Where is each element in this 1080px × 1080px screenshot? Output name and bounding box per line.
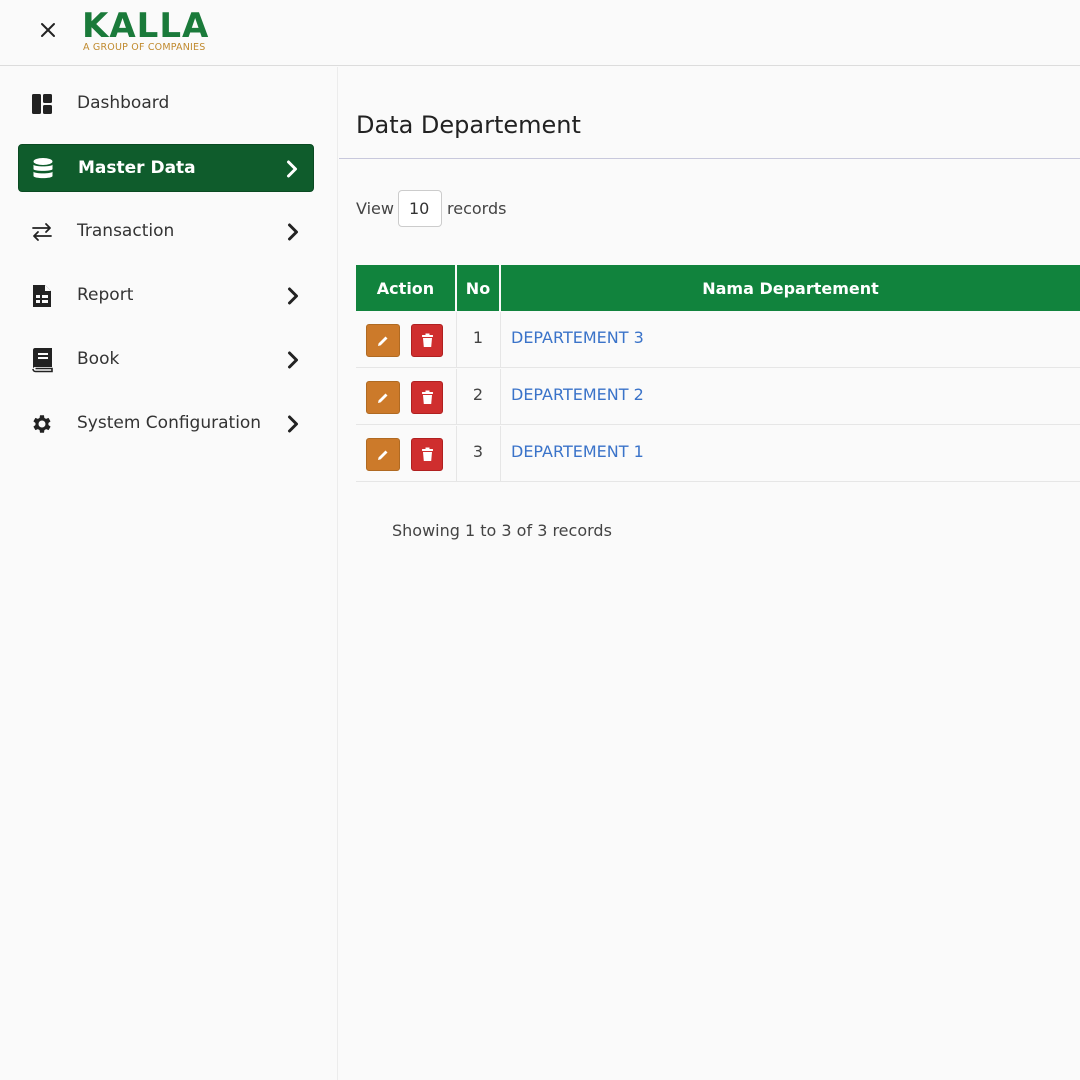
edit-button[interactable] <box>366 438 400 471</box>
pencil-icon <box>378 393 388 403</box>
main-content: Data Departement View 10 records Action … <box>339 67 1080 1080</box>
table-header: Action No Nama Departement <box>356 265 1080 311</box>
title-divider <box>339 158 1080 159</box>
chevron-right-icon <box>286 413 300 435</box>
sidebar-item-label: Report <box>77 285 134 305</box>
close-icon[interactable] <box>36 18 60 42</box>
page-title: Data Departement <box>356 111 581 139</box>
sidebar-item-label: Book <box>77 349 120 369</box>
trash-icon <box>421 333 433 347</box>
sidebar-item-transaction[interactable]: Transaction <box>18 208 314 256</box>
department-name-link[interactable]: DEPARTEMENT 3 <box>511 328 644 347</box>
row-number: 2 <box>472 385 484 404</box>
edit-button[interactable] <box>366 324 400 357</box>
delete-button[interactable] <box>411 381 443 414</box>
logo-tagline: A GROUP OF COMPANIES <box>83 42 206 53</box>
row-number: 1 <box>472 328 484 347</box>
top-bar: KALLA A GROUP OF COMPANIES <box>0 0 1080 66</box>
cell-divider <box>500 312 501 368</box>
gear-icon <box>30 412 54 436</box>
column-header-nama-departement[interactable]: Nama Departement <box>501 265 1080 311</box>
column-header-action: Action <box>356 265 455 311</box>
column-header-no: No <box>457 265 499 311</box>
sidebar-item-dashboard[interactable]: Dashboard <box>18 80 314 128</box>
chevron-right-icon <box>286 285 300 307</box>
sidebar-item-report[interactable]: Report <box>18 272 314 320</box>
chevron-right-icon <box>285 158 299 180</box>
chevron-right-icon <box>286 349 300 371</box>
trash-icon <box>421 390 433 404</box>
dashboard-icon <box>30 92 54 116</box>
table-row: 1 DEPARTEMENT 3 <box>356 312 1080 368</box>
logo-wordmark: KALLA <box>82 6 210 46</box>
edit-button[interactable] <box>366 381 400 414</box>
pagination-summary: Showing 1 to 3 of 3 records <box>392 521 612 540</box>
sidebar: Dashboard Master Data Transaction Report <box>0 67 338 1080</box>
view-label: View <box>356 199 394 218</box>
delete-button[interactable] <box>411 438 443 471</box>
swap-arrows-icon <box>30 220 54 244</box>
trash-icon <box>421 447 433 461</box>
sidebar-item-master-data[interactable]: Master Data <box>18 144 314 192</box>
department-name-link[interactable]: DEPARTEMENT 1 <box>511 442 644 461</box>
database-icon <box>31 157 55 181</box>
sidebar-item-book[interactable]: Book <box>18 336 314 384</box>
records-label: records <box>447 199 507 218</box>
table-row: 3 DEPARTEMENT 1 <box>356 426 1080 482</box>
page-size-input[interactable]: 10 <box>398 190 442 227</box>
department-name-link[interactable]: DEPARTEMENT 2 <box>511 385 644 404</box>
delete-button[interactable] <box>411 324 443 357</box>
pencil-icon <box>378 336 388 346</box>
report-document-icon <box>30 284 54 308</box>
book-icon <box>30 348 54 373</box>
kalla-logo: KALLA A GROUP OF COMPANIES <box>82 8 222 56</box>
table-row: 2 DEPARTEMENT 2 <box>356 369 1080 425</box>
sidebar-item-system-configuration[interactable]: System Configuration <box>18 400 314 448</box>
sidebar-item-label: Master Data <box>78 158 196 178</box>
cell-divider <box>500 426 501 482</box>
chevron-right-icon <box>286 221 300 243</box>
sidebar-item-label: System Configuration <box>77 413 262 433</box>
pencil-icon <box>378 450 388 460</box>
row-number: 3 <box>472 442 484 461</box>
sidebar-item-label: Dashboard <box>77 93 170 113</box>
cell-divider <box>500 369 501 425</box>
sidebar-item-label: Transaction <box>77 221 175 241</box>
